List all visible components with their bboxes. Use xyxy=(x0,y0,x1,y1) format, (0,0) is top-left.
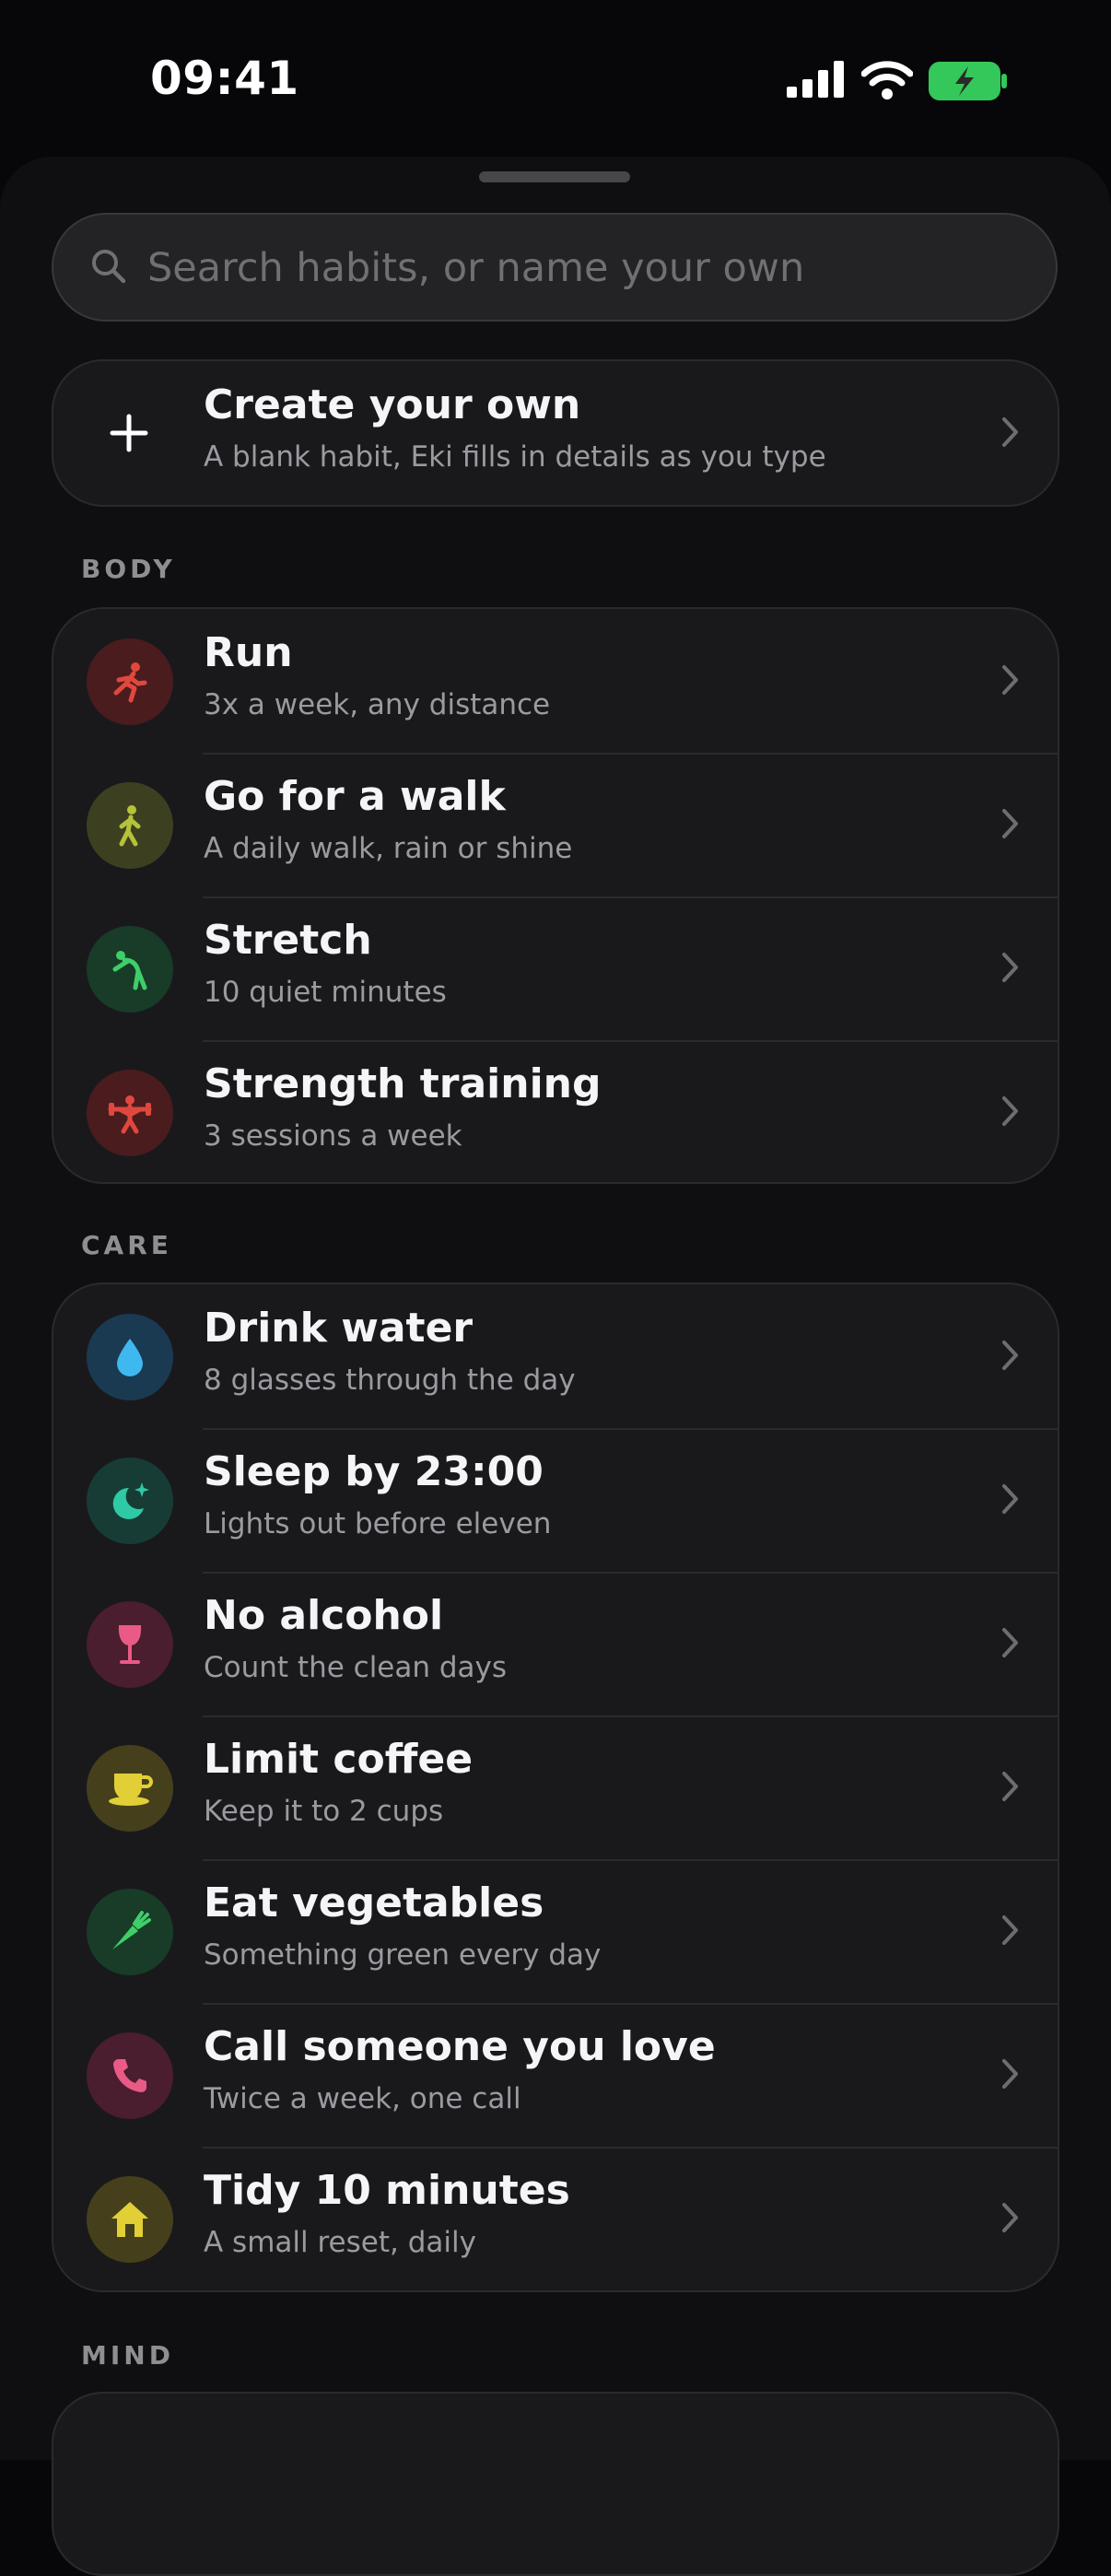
habit-row-drink-water[interactable]: Drink water 8 glasses through the day xyxy=(53,1284,1058,1428)
chevron-right-icon xyxy=(1002,1484,1018,1514)
chevron-right-icon xyxy=(1002,665,1018,695)
status-time: 09:41 xyxy=(150,52,299,105)
chevron-right-icon xyxy=(1002,1096,1018,1126)
habit-row-tidy[interactable]: Tidy 10 minutes A small reset, daily xyxy=(53,2147,1058,2290)
house-icon xyxy=(87,2176,173,2263)
habit-title: Sleep by 23:00 xyxy=(204,1448,544,1495)
habit-title: No alcohol xyxy=(204,1592,444,1639)
habit-subtitle: 3 sessions a week xyxy=(204,1119,462,1153)
habit-row-strength[interactable]: Strength training 3 sessions a week xyxy=(53,1040,1058,1182)
plus-icon xyxy=(110,414,148,452)
create-habit-subtitle: A blank habit, Eki fills in details as y… xyxy=(204,440,826,474)
stretch-icon xyxy=(87,926,173,1013)
section-card-care: Drink water 8 glasses through the day Sl… xyxy=(52,1282,1059,2292)
habit-row-walk[interactable]: Go for a walk A daily walk, rain or shin… xyxy=(53,753,1058,896)
habit-subtitle: 3x a week, any distance xyxy=(204,688,551,721)
habit-title: Eat vegetables xyxy=(204,1879,544,1926)
habit-subtitle: Count the clean days xyxy=(204,1651,508,1684)
search-input[interactable] xyxy=(146,237,1034,299)
coffee-cup-icon xyxy=(87,1745,173,1832)
search-bar[interactable] xyxy=(52,213,1058,322)
run-icon xyxy=(87,638,173,725)
chevron-right-icon xyxy=(1002,1628,1018,1657)
create-habit-title: Create your own xyxy=(204,381,581,428)
habit-subtitle: Something green every day xyxy=(204,1938,602,1972)
section-header-care: CARE xyxy=(81,1230,172,1260)
chevron-right-icon xyxy=(1002,2059,1018,2089)
status-bar: 09:41 xyxy=(0,0,1111,157)
create-habit-card[interactable]: Create your own A blank habit, Eki fills… xyxy=(52,359,1059,507)
chevron-right-icon xyxy=(1002,1915,1018,1945)
phone-icon xyxy=(87,2032,173,2119)
chevron-right-icon xyxy=(1002,417,1018,447)
section-header-body: BODY xyxy=(81,554,176,584)
habit-title: Go for a walk xyxy=(204,773,506,820)
habit-subtitle: Lights out before eleven xyxy=(204,1507,552,1540)
section-header-mind: MIND xyxy=(81,2340,174,2371)
water-drop-icon xyxy=(87,1314,173,1400)
habit-title: Drink water xyxy=(204,1305,474,1352)
habit-title: Call someone you love xyxy=(204,2023,716,2070)
create-habit-row[interactable]: Create your own A blank habit, Eki fills… xyxy=(53,361,1058,505)
habit-subtitle: Twice a week, one call xyxy=(204,2082,521,2115)
habit-row-run[interactable]: Run 3x a week, any distance xyxy=(53,609,1058,753)
carrot-icon xyxy=(87,1889,173,1975)
chevron-right-icon xyxy=(1002,2203,1018,2232)
habit-row-eat-vegetables[interactable]: Eat vegetables Something green every day xyxy=(53,1859,1058,2003)
habit-subtitle: Keep it to 2 cups xyxy=(204,1795,444,1828)
section-card-mind xyxy=(52,2392,1059,2576)
habit-title: Tidy 10 minutes xyxy=(204,2167,570,2214)
habit-subtitle: 8 glasses through the day xyxy=(204,1364,576,1397)
habit-row-sleep[interactable]: Sleep by 23:00 Lights out before eleven xyxy=(53,1428,1058,1572)
walk-icon xyxy=(87,782,173,869)
wine-glass-icon xyxy=(87,1601,173,1688)
strength-icon xyxy=(87,1070,173,1156)
cellular-signal-icon xyxy=(787,61,844,98)
habit-row-stretch[interactable]: Stretch 10 quiet minutes xyxy=(53,896,1058,1040)
chevron-right-icon xyxy=(1002,1772,1018,1801)
sheet-grabber[interactable] xyxy=(479,171,630,182)
habit-subtitle: A daily walk, rain or shine xyxy=(204,832,573,865)
chevron-right-icon xyxy=(1002,809,1018,838)
habit-row-no-alcohol[interactable]: No alcohol Count the clean days xyxy=(53,1572,1058,1715)
chevron-right-icon xyxy=(1002,953,1018,982)
habit-subtitle: 10 quiet minutes xyxy=(204,976,447,1009)
habit-title: Limit coffee xyxy=(204,1736,474,1783)
chevron-right-icon xyxy=(1002,1341,1018,1370)
habit-subtitle: A small reset, daily xyxy=(204,2226,476,2259)
search-icon xyxy=(92,250,126,284)
battery-charging-icon xyxy=(929,62,1007,100)
moon-icon xyxy=(87,1458,173,1544)
wifi-icon xyxy=(861,61,913,100)
section-card-body: Run 3x a week, any distance Go for a wal… xyxy=(52,607,1059,1184)
habit-title: Strength training xyxy=(204,1060,602,1107)
habit-row-call-someone[interactable]: Call someone you love Twice a week, one … xyxy=(53,2003,1058,2147)
habit-title: Stretch xyxy=(204,917,372,964)
habit-title: Run xyxy=(204,629,293,676)
habit-row-limit-coffee[interactable]: Limit coffee Keep it to 2 cups xyxy=(53,1715,1058,1859)
